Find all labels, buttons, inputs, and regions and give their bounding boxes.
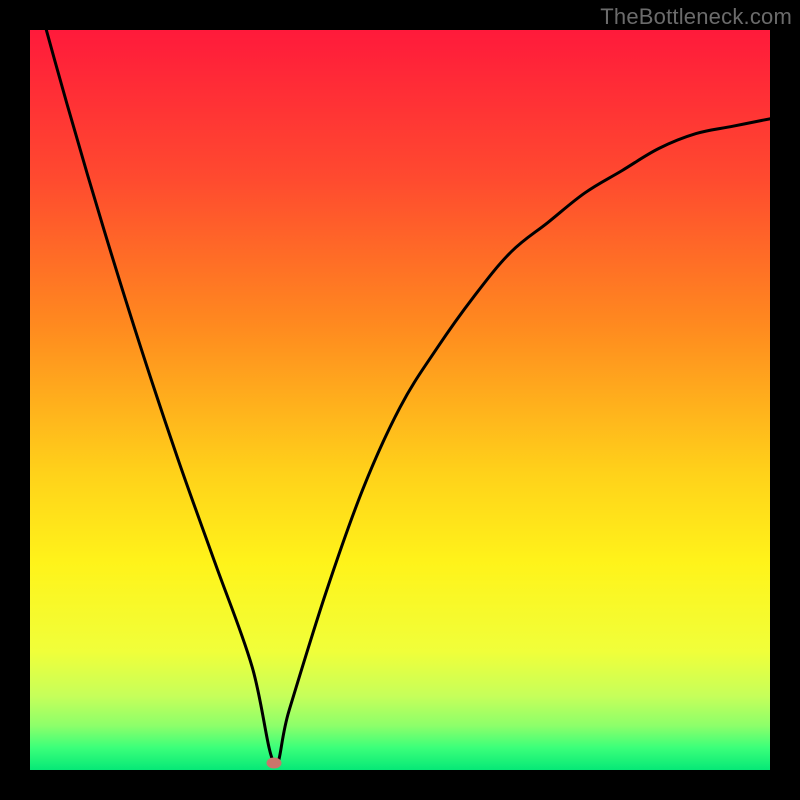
bottleneck-curve-svg: [30, 30, 770, 770]
chart-frame: TheBottleneck.com: [0, 0, 800, 800]
watermark-text: TheBottleneck.com: [600, 4, 792, 30]
plot-area: [30, 30, 770, 770]
bottleneck-curve-path: [30, 30, 770, 764]
optimal-point-marker: [267, 757, 282, 768]
